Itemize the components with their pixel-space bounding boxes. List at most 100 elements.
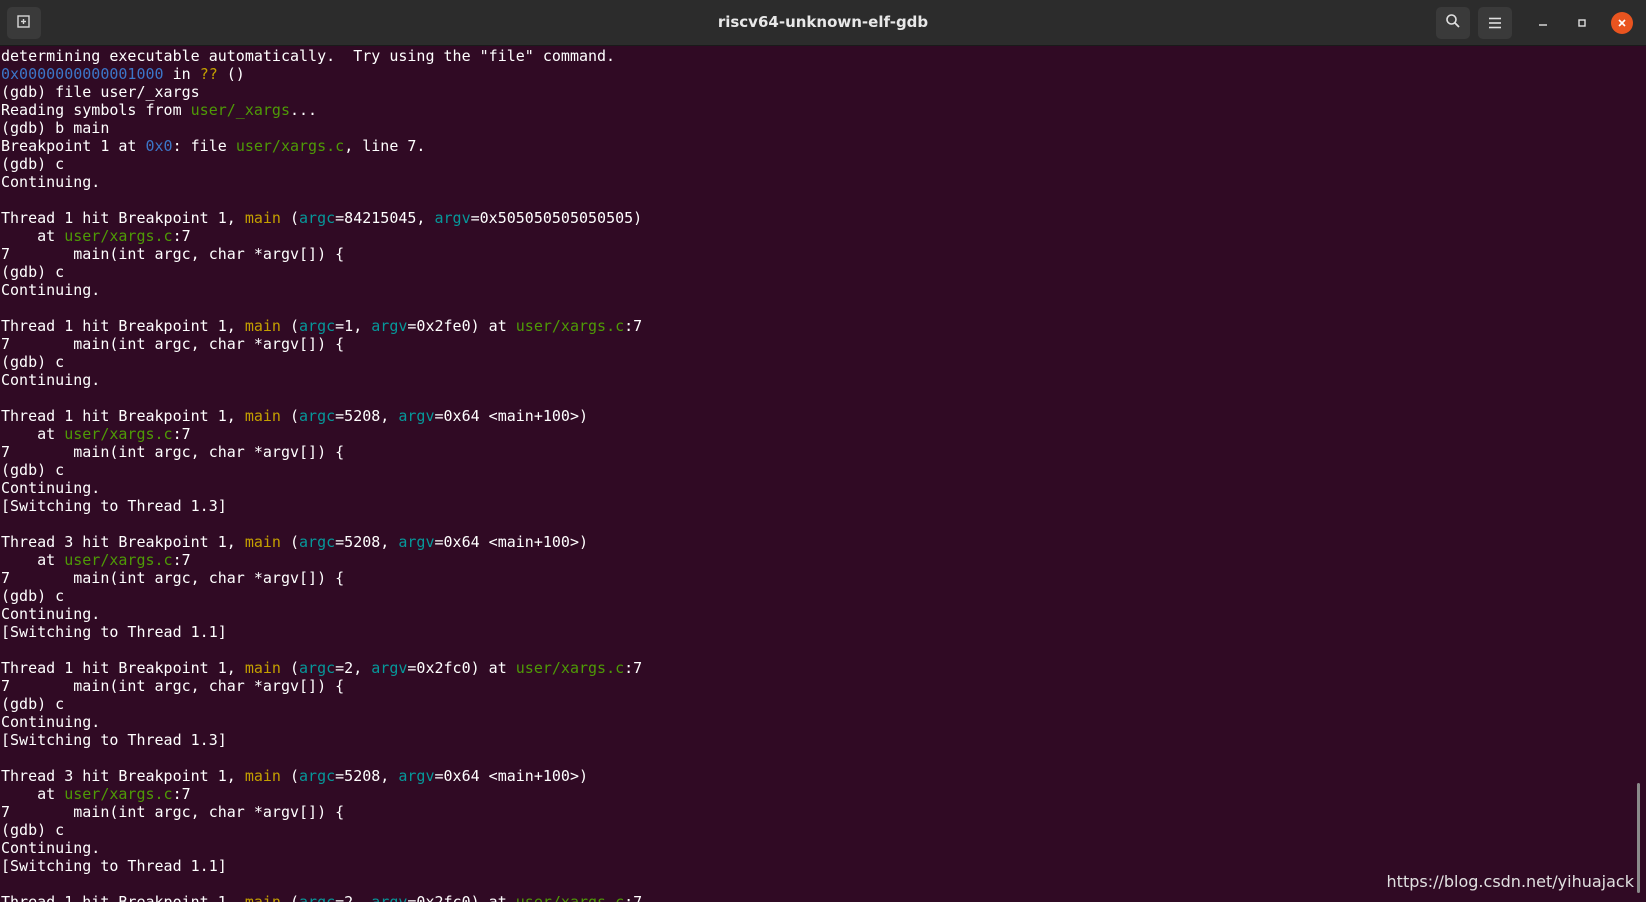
terminal-line: Thread 1 hit Breakpoint 1, main (argc=84…	[1, 209, 1631, 227]
terminal-line: 7 main(int argc, char *argv[]) {	[1, 245, 1631, 263]
terminal-text-segment: (	[280, 407, 300, 425]
terminal-text-segment: (gdb) b main	[1, 119, 110, 137]
terminal-text-segment: Breakpoint 1 at	[1, 137, 146, 155]
hamburger-menu-icon	[1488, 14, 1502, 33]
new-tab-button[interactable]	[7, 7, 41, 39]
terminal-text-segment: user/xargs.c	[64, 785, 173, 803]
terminal-line: Continuing.	[1, 479, 1631, 497]
terminal-text-segment: (	[280, 893, 300, 902]
search-button[interactable]	[1436, 7, 1470, 39]
terminal-line: (gdb) c	[1, 461, 1631, 479]
terminal-text-segment: [Switching to Thread 1.1]	[1, 623, 227, 641]
terminal-text-segment: argc	[299, 317, 336, 335]
terminal-text-segment: user/xargs.c	[64, 227, 173, 245]
terminal-line: Continuing.	[1, 371, 1631, 389]
terminal-line: Continuing.	[1, 839, 1631, 857]
terminal-text-segment: =5208,	[335, 407, 399, 425]
minimize-button[interactable]	[1532, 12, 1554, 34]
terminal-line: (gdb) b main	[1, 119, 1631, 137]
terminal-text-segment: main	[244, 767, 281, 785]
terminal-line: at user/xargs.c:7	[1, 785, 1631, 803]
minimize-icon	[1537, 14, 1549, 33]
terminal-line: (gdb) c	[1, 695, 1631, 713]
terminal-text-segment: argv	[398, 407, 435, 425]
terminal-text-segment: 7 main(int argc, char *argv[]) {	[1, 335, 345, 353]
terminal-line: Thread 1 hit Breakpoint 1, main (argc=2,…	[1, 659, 1631, 677]
terminal-line: Continuing.	[1, 281, 1631, 299]
terminal-line: Continuing.	[1, 713, 1631, 731]
terminal-line: (gdb) c	[1, 263, 1631, 281]
menu-button[interactable]	[1478, 7, 1512, 39]
terminal-text-segment: Thread 1 hit Breakpoint 1,	[1, 893, 245, 902]
terminal-text-segment: Thread 1 hit Breakpoint 1,	[1, 407, 245, 425]
terminal-text-segment: (gdb) c	[1, 353, 65, 371]
terminal-text-segment: (	[280, 317, 300, 335]
terminal-text-segment: :7	[172, 551, 191, 569]
terminal-line: Thread 1 hit Breakpoint 1, main (argc=1,…	[1, 317, 1631, 335]
terminal-line: Thread 3 hit Breakpoint 1, main (argc=52…	[1, 533, 1631, 551]
terminal-text-segment: 0x0000000000001000	[1, 65, 164, 83]
close-button[interactable]	[1611, 12, 1633, 34]
terminal-text-segment: (	[280, 767, 300, 785]
terminal-text-segment: , line 7.	[344, 137, 426, 155]
terminal-text-segment: =0x64 <main+100>)	[434, 533, 589, 551]
terminal-text-segment: [Switching to Thread 1.1]	[1, 857, 227, 875]
terminal-text-segment: (	[280, 533, 300, 551]
terminal-text-segment: determining executable automatically. Tr…	[1, 47, 616, 65]
terminal-text-segment: main	[244, 659, 281, 677]
terminal-text-segment: user/xargs.c	[64, 425, 173, 443]
terminal-text-segment: =2,	[335, 659, 372, 677]
scrollbar[interactable]	[1637, 783, 1640, 893]
terminal-text-segment: main	[244, 533, 281, 551]
terminal-text-segment: main	[244, 317, 281, 335]
terminal-text-segment: =1,	[335, 317, 372, 335]
terminal-line: (gdb) c	[1, 353, 1631, 371]
terminal-text-segment: Continuing.	[1, 479, 101, 497]
terminal-text-segment: =84215045,	[335, 209, 435, 227]
terminal-line: (gdb) c	[1, 155, 1631, 173]
terminal-line: (gdb) file user/_xargs	[1, 83, 1631, 101]
terminal-text-segment: =0x64 <main+100>)	[434, 767, 589, 785]
terminal-text-segment: argv	[371, 893, 408, 902]
terminal-line: 7 main(int argc, char *argv[]) {	[1, 569, 1631, 587]
terminal-text-segment: at	[1, 551, 65, 569]
terminal-output[interactable]: determining executable automatically. Tr…	[1, 47, 1631, 902]
terminal-text-segment: (gdb) c	[1, 695, 65, 713]
terminal-text-segment: :7	[172, 227, 191, 245]
terminal-text-segment: 7 main(int argc, char *argv[]) {	[1, 569, 345, 587]
terminal-line: Reading symbols from user/_xargs...	[1, 101, 1631, 119]
terminal-text-segment: 7 main(int argc, char *argv[]) {	[1, 443, 345, 461]
terminal-text-segment: ()	[217, 65, 245, 83]
terminal-text-segment: Thread 1 hit Breakpoint 1,	[1, 659, 245, 677]
terminal-text-segment: at	[1, 425, 65, 443]
terminal-text-segment: Continuing.	[1, 173, 101, 191]
terminal-text-segment: 7 main(int argc, char *argv[]) {	[1, 245, 345, 263]
terminal-text-segment: Thread 1 hit Breakpoint 1,	[1, 317, 245, 335]
terminal-text-segment: argv	[398, 767, 435, 785]
terminal-text-segment: (	[280, 659, 300, 677]
terminal-text-segment: =0x64 <main+100>)	[434, 407, 589, 425]
terminal-text-segment: :7	[172, 425, 191, 443]
terminal-line: [Switching to Thread 1.3]	[1, 731, 1631, 749]
terminal-text-segment: argv	[398, 533, 435, 551]
terminal-text-segment: (gdb) c	[1, 155, 65, 173]
terminal-text-segment: =0x2fc0) at	[407, 893, 516, 902]
terminal-text-segment: (	[280, 209, 300, 227]
terminal-text-segment: argv	[371, 317, 408, 335]
terminal-text-segment: Thread 3 hit Breakpoint 1,	[1, 533, 245, 551]
terminal-text-segment: 7 main(int argc, char *argv[]) {	[1, 677, 345, 695]
terminal-line: 7 main(int argc, char *argv[]) {	[1, 677, 1631, 695]
terminal-text-segment: Continuing.	[1, 605, 101, 623]
maximize-button[interactable]	[1571, 12, 1593, 34]
close-icon	[1616, 14, 1628, 33]
terminal-text-segment: :7	[172, 785, 191, 803]
terminal-text-segment: [Switching to Thread 1.3]	[1, 497, 227, 515]
terminal-text-segment: :7	[624, 317, 643, 335]
terminal-text-segment: user/xargs.c	[235, 137, 345, 155]
terminal-text-segment: main	[244, 893, 281, 902]
